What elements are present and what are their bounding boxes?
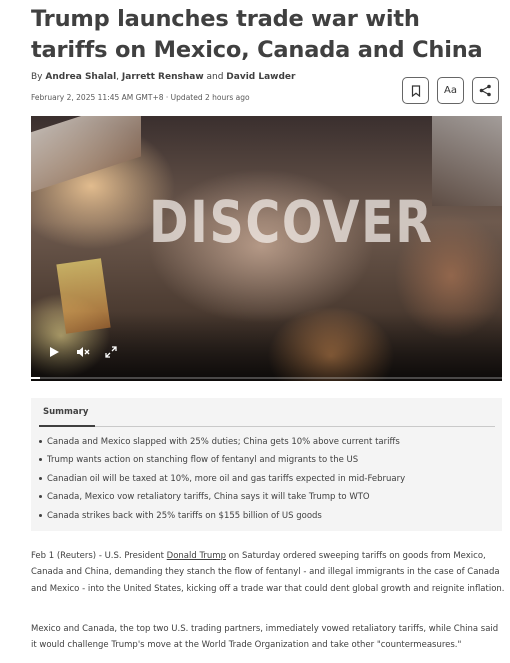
bookmark-icon xyxy=(411,84,420,97)
video-player[interactable]: DISCOVER xyxy=(31,116,502,381)
summary-item: Canadian oil will be taxed at 10%, more … xyxy=(39,472,405,490)
expand-icon xyxy=(105,346,117,358)
play-icon xyxy=(50,347,59,357)
summary-tab-indicator xyxy=(39,425,95,427)
summary-divider xyxy=(39,426,495,427)
video-frame-detail xyxy=(31,116,141,196)
text-size-button[interactable]: Aa xyxy=(437,77,464,104)
donald-trump-link[interactable]: Donald Trump xyxy=(167,551,226,561)
muted-speaker-icon xyxy=(77,347,90,357)
summary-tab[interactable]: Summary xyxy=(43,407,88,417)
video-overlay-text: DISCOVER xyxy=(149,188,434,256)
summary-item: Canada strikes back with 25% tariffs on … xyxy=(39,509,405,527)
byline: By Andrea Shalal, Jarrett Renshaw and Da… xyxy=(31,72,296,82)
author-link[interactable]: David Lawder xyxy=(226,72,295,82)
summary-item: Trump wants action on stanching flow of … xyxy=(39,453,405,471)
share-icon xyxy=(479,84,491,97)
byline-prefix: By xyxy=(31,72,43,82)
fullscreen-button[interactable] xyxy=(105,346,117,361)
author-link[interactable]: Jarrett Renshaw xyxy=(122,72,204,82)
share-button[interactable] xyxy=(472,77,499,104)
article-toolbar: Aa xyxy=(402,77,499,104)
mute-button[interactable] xyxy=(76,346,90,361)
video-frame-detail xyxy=(432,116,502,206)
summary-item: Canada and Mexico slapped with 25% dutie… xyxy=(39,435,405,453)
summary-panel: Summary Canada and Mexico slapped with 2… xyxy=(31,398,502,531)
summary-list: Canada and Mexico slapped with 25% dutie… xyxy=(39,435,405,527)
text-size-label: Aa xyxy=(444,85,457,96)
bookmark-button[interactable] xyxy=(402,77,429,104)
article-paragraph: Feb 1 (Reuters) - U.S. President Donald … xyxy=(31,551,505,594)
article-dateline: February 2, 2025 11:45 AM GMT+8 · Update… xyxy=(31,93,250,102)
video-progress-bar[interactable] xyxy=(31,377,502,379)
play-button[interactable] xyxy=(48,346,60,361)
article-paragraph: Mexico and Canada, the top two U.S. trad… xyxy=(31,624,499,651)
article-headline: Trump launches trade war with tariffs on… xyxy=(31,6,483,63)
video-progress-fill xyxy=(31,377,41,379)
video-controls-shade xyxy=(31,311,502,381)
author-link[interactable]: Andrea Shalal xyxy=(45,72,116,82)
summary-item: Canada, Mexico vow retaliatory tariffs, … xyxy=(39,490,405,508)
